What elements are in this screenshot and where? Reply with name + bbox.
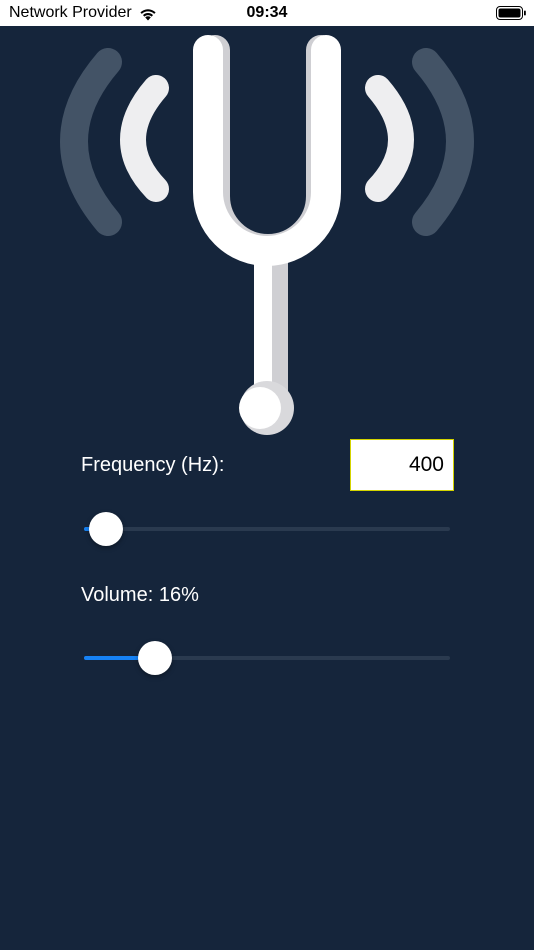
status-bar: Network Provider 09:34 (0, 0, 534, 26)
volume-value: 16% (158, 584, 199, 606)
frequency-input[interactable] (350, 439, 454, 491)
status-time: 09:34 (246, 4, 288, 21)
frequency-slider-track (84, 527, 450, 531)
outer-wave-left (60, 48, 122, 236)
frequency-label: Frequency (Hz): (81, 454, 225, 476)
volume-slider[interactable] (84, 638, 450, 678)
inner-wave-left (120, 75, 169, 202)
volume-label: Volume: 16% (81, 584, 199, 607)
battery-icon (496, 6, 526, 20)
frequency-slider-thumb[interactable] (89, 512, 123, 546)
frequency-slider[interactable] (84, 509, 450, 549)
outer-wave-right (412, 48, 474, 236)
volume-label-prefix: Volume: (81, 584, 154, 606)
tuning-fork-icon (60, 35, 474, 435)
inner-wave-right (365, 75, 414, 202)
volume-slider-thumb[interactable] (138, 641, 172, 675)
